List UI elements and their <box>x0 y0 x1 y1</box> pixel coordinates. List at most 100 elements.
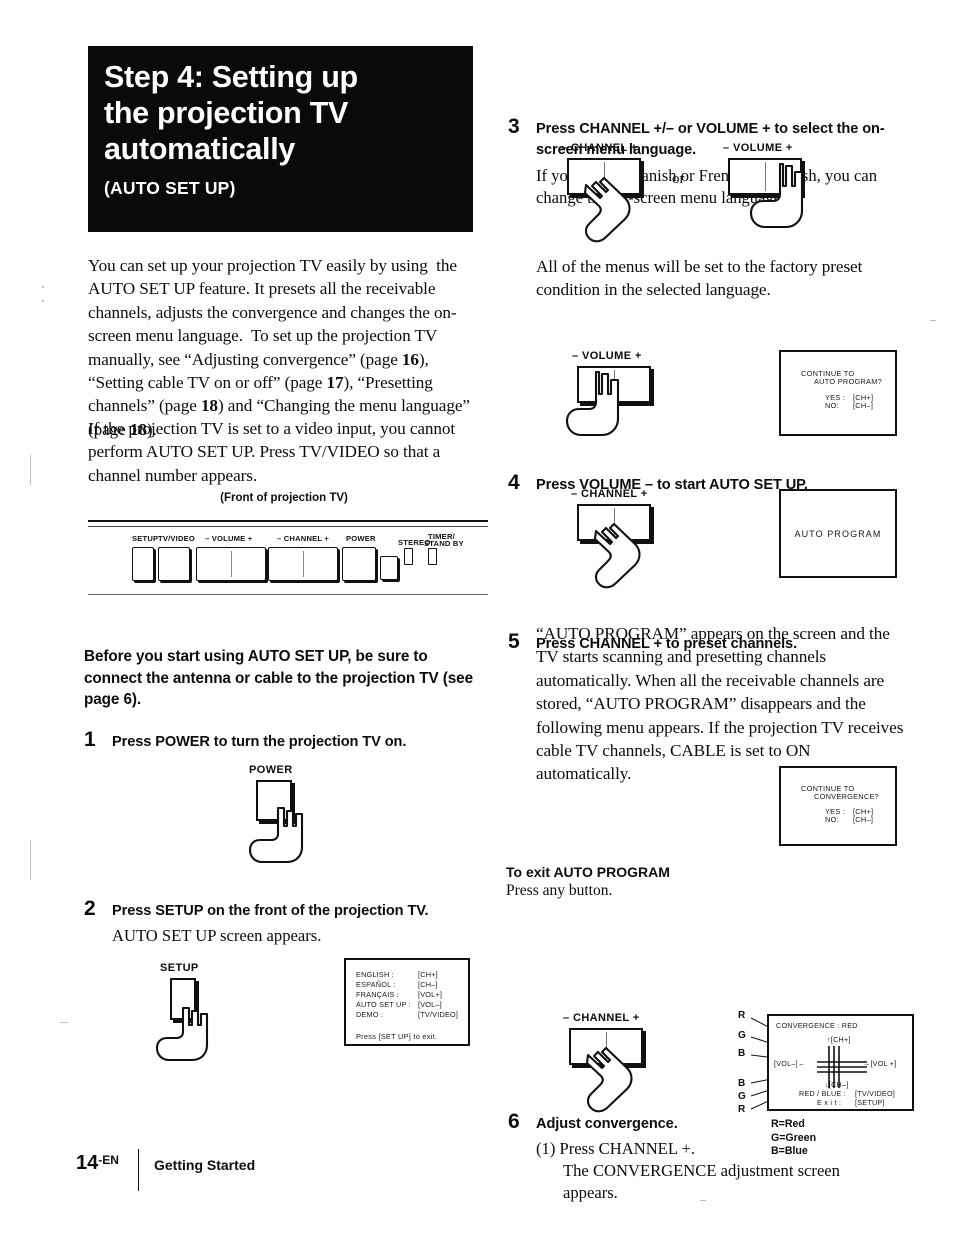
convergence-red-blue-value: [TV/VIDEO] <box>855 1089 896 1098</box>
intro-paragraph-1: You can set up your projection TV easily… <box>88 256 470 439</box>
hand-pointer-icon <box>749 162 804 229</box>
convergence-adjustment-screen: CONVERGENCE : RED ↑[CH+] [VOL–]← →[VOL +… <box>767 1014 914 1111</box>
convergence-red-blue-label: RED / BLUE : <box>799 1089 846 1098</box>
legend-r: R=Red <box>771 1118 805 1130</box>
panel-label-setup: SETUP <box>132 534 159 543</box>
continue-convergence-screen: CONTINUE TO CONVERGENCE? YES : [CH+] NO:… <box>779 766 897 846</box>
footer-divider <box>138 1149 139 1191</box>
panel-bottom-rule <box>88 594 488 595</box>
step-2-figure: SETUP <box>150 962 260 1072</box>
page-number-suffix: -EN <box>98 1153 119 1167</box>
panel-top-rule-2 <box>88 526 488 527</box>
convergence-crosshatch-graphic <box>817 1046 867 1088</box>
setup-row-value-3: [VOL–] <box>418 1000 442 1009</box>
before-you-start-notice: Before you start using AUTO SET UP, be s… <box>84 648 473 708</box>
hand-pointer-icon <box>155 1006 209 1062</box>
panel-label-channel: – CHANNEL + <box>277 534 330 543</box>
exit-auto-program-note: To exit AUTO PROGRAM Press any button. <box>506 864 906 900</box>
convergence-left-hint: [VOL–]← <box>774 1059 806 1068</box>
channel-button-divider <box>303 551 304 577</box>
setup-screen-footer: Press [SET UP] to exit. <box>356 1032 438 1041</box>
manual-page: Step 4: Setting up the projection TV aut… <box>0 0 954 1233</box>
step-6-sub-1-body-line-2: appears. <box>563 1182 618 1202</box>
convergence-exit-value: [SETUP] <box>855 1098 885 1107</box>
panel-button-tv-video[interactable] <box>158 547 190 581</box>
step-3-note: All of the menus will be set to the fact… <box>536 257 863 300</box>
hand-pointer-icon <box>585 1046 633 1113</box>
convergence-title: CONVERGENCE : RED <box>776 1021 858 1030</box>
step-3-number: 3 <box>508 115 520 138</box>
step-1-figure: POWER <box>240 764 350 874</box>
setup-row-value-4: [TV/VIDEO] <box>418 1010 459 1019</box>
scan-speck <box>30 455 31 485</box>
setup-row-label-0: ENGLISH : <box>356 970 394 979</box>
front-panel-caption: (Front of projection TV) <box>220 492 348 504</box>
convergence-exit-label: E x i t : <box>817 1098 842 1107</box>
step-2: 2 Press SETUP on the front of the projec… <box>84 897 476 948</box>
step-1-number: 1 <box>84 728 96 751</box>
page-title-block: Step 4: Setting up the projection TV aut… <box>88 46 473 232</box>
panel-label-volume: – VOLUME + <box>205 534 253 543</box>
ccv-no-label: NO: <box>825 815 839 824</box>
title-subtitle: (AUTO SET UP) <box>104 178 236 198</box>
panel-button-aux[interactable] <box>380 556 398 580</box>
auto-program-screen: AUTO PROGRAM <box>779 489 897 578</box>
scan-speck <box>42 286 44 288</box>
step-4-figure: – VOLUME + <box>560 350 680 455</box>
setup-row-value-2: [VOL+] <box>418 990 443 999</box>
panel-button-volume[interactable] <box>196 547 266 581</box>
footer-section-name: Getting Started <box>154 1157 256 1173</box>
step-4-number: 4 <box>508 471 520 494</box>
setup-row-value-1: [CH–] <box>418 980 438 989</box>
setup-row-label-3: AUTO SET UP : <box>356 1000 411 1009</box>
panel-button-power[interactable] <box>342 547 376 581</box>
page-number: 14-EN <box>76 1152 119 1175</box>
page-number-value: 14 <box>76 1152 99 1174</box>
scan-speck <box>42 300 44 302</box>
cap-no-value: [CH–] <box>853 401 874 410</box>
title-line-1: Step 4: Setting up <box>104 60 358 94</box>
convergence-up-hint: ↑[CH+] <box>827 1035 851 1044</box>
title-line-3: automatically <box>104 132 296 166</box>
setup-row-label-2: FRANÇAIS : <box>356 990 399 999</box>
panel-label-tv-video: TV/VIDEO <box>158 534 196 543</box>
legend-b: B=Blue <box>771 1145 808 1157</box>
step-1-heading: Press POWER to turn the projection TV on… <box>112 734 407 750</box>
page-footer: 14-EN Getting Started <box>76 1149 496 1192</box>
continue-auto-program-screen: CONTINUE TO AUTO PROGRAM? YES : [CH+] NO… <box>779 350 897 436</box>
panel-label-standby: STAND BY <box>424 539 464 548</box>
auto-program-text: AUTO PROGRAM <box>794 529 882 539</box>
page-ref-17: 17 <box>326 373 344 393</box>
cap-line-2: AUTO PROGRAM? <box>814 377 882 386</box>
front-panel-diagram: SETUP TV/VIDEO – VOLUME + – CHANNEL + PO… <box>88 512 488 612</box>
setup-row-label-4: DEMO : <box>356 1010 384 1019</box>
legend-g: G=Green <box>771 1131 817 1144</box>
hand-pointer-icon <box>248 806 304 864</box>
step-5-body: “AUTO PROGRAM” appears on the screen and… <box>536 624 904 784</box>
scan-speck <box>930 320 936 321</box>
intro-paragraph-2: If the projection TV is set to a video i… <box>88 419 456 485</box>
stereo-indicator-led <box>404 548 413 565</box>
step-6-figure: – CHANNEL + <box>552 1012 672 1117</box>
hand-pointer-icon <box>593 522 641 589</box>
panel-button-channel[interactable] <box>268 547 338 581</box>
title-line-2: the projection TV <box>104 96 348 130</box>
scan-speck <box>30 840 31 880</box>
step-6-sub-1-body-line-1: The CONVERGENCE adjustment screen <box>563 1160 840 1180</box>
setup-row-label-1: ESPAÑOL : <box>356 980 396 989</box>
setup-row-value-0: [CH+] <box>418 970 438 979</box>
step-5-number: 5 <box>508 629 520 653</box>
convergence-figure: R G B B G R CONVERGENCE : RED ↑[CH+] [VO… <box>735 1010 915 1157</box>
step-5-figure: – CHANNEL + <box>560 488 680 593</box>
step-6-number: 6 <box>508 1110 520 1133</box>
setup-menu-screen: ENGLISH : [CH+] ESPAÑOL : [CH–] FRANÇAIS… <box>344 958 470 1046</box>
step-2-number: 2 <box>84 896 96 920</box>
step-2-heading: Press SETUP on the front of the projecti… <box>112 902 429 919</box>
timer-standby-indicator-led <box>428 548 437 565</box>
scan-speck <box>60 1022 68 1023</box>
convergence-legend: R=Red G=Green B=Blue <box>771 1118 816 1159</box>
ccv-line-2: CONVERGENCE? <box>814 792 880 801</box>
cap-no-label: NO: <box>825 401 839 410</box>
panel-button-setup[interactable] <box>132 547 154 581</box>
page-ref-16: 16 <box>401 349 419 369</box>
